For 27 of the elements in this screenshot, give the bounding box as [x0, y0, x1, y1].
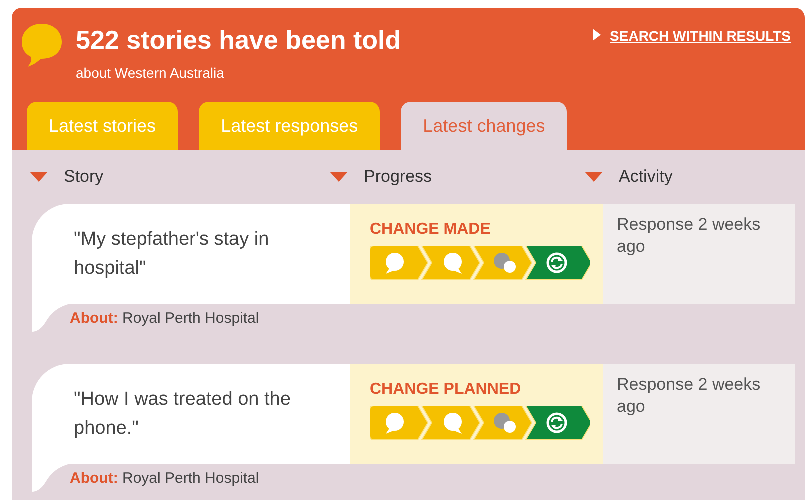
status-label: CHANGE MADE	[370, 220, 492, 240]
column-header[interactable]: Activity	[619, 164, 673, 190]
play-icon	[592, 28, 602, 42]
two-bubbles-icon	[494, 413, 516, 433]
story-title[interactable]: "My stepfather's stay in hospital"	[74, 226, 330, 283]
column-header[interactable]: Story	[64, 164, 104, 190]
speech-bubble-icon	[20, 22, 64, 68]
two-bubbles-icon	[494, 253, 516, 273]
speech-bubble-icon	[444, 253, 462, 274]
status-label: CHANGE PLANNED	[370, 380, 522, 400]
about-text: About: Royal Perth Hospital	[70, 309, 260, 329]
refresh-icon	[546, 412, 568, 434]
activity-text: Response 2 weeks ago	[617, 375, 761, 416]
speech-bubble-icon	[386, 413, 404, 434]
sort-caret-icon[interactable]	[330, 172, 348, 182]
column-header[interactable]: Progress	[364, 164, 432, 190]
page-subtitle: about Western Australia	[76, 64, 226, 83]
story-title[interactable]: "How I was treated on the phone."	[74, 386, 330, 443]
sort-caret-icon[interactable]	[585, 172, 603, 182]
search-within-results-link[interactable]: SEARCH WITHIN RESULTS	[610, 26, 791, 47]
about-text: About: Royal Perth Hospital	[70, 469, 260, 489]
sort-caret-icon[interactable]	[30, 172, 48, 182]
page-title: 522 stories have been told	[76, 26, 402, 55]
activity-text: Response 2 weeks ago	[617, 215, 761, 256]
speech-bubble-icon	[386, 253, 404, 274]
refresh-icon	[546, 252, 568, 274]
speech-bubble-icon	[444, 413, 462, 434]
